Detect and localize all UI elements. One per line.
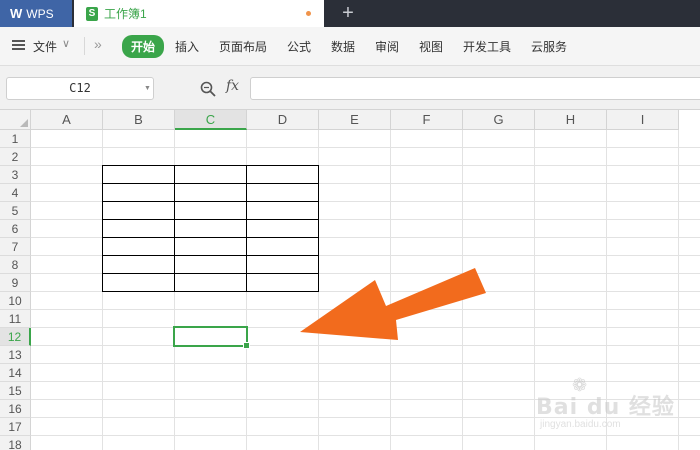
row-header-1[interactable]: 1 xyxy=(0,130,31,148)
bordered-cell[interactable] xyxy=(102,183,175,202)
column-header-b[interactable]: B xyxy=(103,110,175,130)
row-header-16[interactable]: 16 xyxy=(0,400,31,418)
bordered-cell[interactable] xyxy=(102,273,175,292)
bordered-cell[interactable] xyxy=(174,219,247,238)
formula-bar: C12 ▼ fx xyxy=(0,66,700,110)
unsaved-dot-icon xyxy=(306,11,311,16)
column-header-f[interactable]: F xyxy=(391,110,463,130)
row-header-2[interactable]: 2 xyxy=(0,148,31,166)
bordered-cell[interactable] xyxy=(174,255,247,274)
row-header-13[interactable]: 13 xyxy=(0,346,31,364)
column-header-i[interactable]: I xyxy=(607,110,679,130)
row-header-8[interactable]: 8 xyxy=(0,256,31,274)
orange-pointer-arrow-icon xyxy=(300,268,486,340)
name-box[interactable]: C12 xyxy=(6,77,154,100)
column-header-c[interactable]: C xyxy=(175,110,247,130)
column-header-a[interactable]: A xyxy=(31,110,103,130)
bordered-cell[interactable] xyxy=(246,183,319,202)
document-tab[interactable]: S 工作簿1 xyxy=(74,0,324,27)
wps-home-tab[interactable]: W WPS xyxy=(0,0,72,27)
tab-review[interactable]: 审阅 xyxy=(375,38,399,55)
baidu-jingyan-watermark: ❁ Bai du 经验 jingyan.baidu.com xyxy=(532,375,682,435)
file-menu-button[interactable]: 文件 xyxy=(33,38,57,55)
more-menus-button[interactable]: » xyxy=(94,36,102,52)
watermark-site: jingyan.baidu.com xyxy=(540,419,621,430)
bordered-cell[interactable] xyxy=(174,183,247,202)
tab-page-layout[interactable]: 页面布局 xyxy=(219,38,267,55)
document-tab-title: 工作簿1 xyxy=(104,7,147,21)
row-header-12[interactable]: 12 xyxy=(0,328,31,346)
column-header-h[interactable]: H xyxy=(535,110,607,130)
gridline-horizontal xyxy=(31,363,700,364)
bordered-cell[interactable] xyxy=(102,237,175,256)
name-box-dropdown-icon[interactable]: ▼ xyxy=(144,85,151,92)
bordered-cell[interactable] xyxy=(174,201,247,220)
tab-insert[interactable]: 插入 xyxy=(175,38,199,55)
ribbon-menu-bar: 文件 ∨ » 开始 插入 页面布局 公式 数据 审阅 视图 开发工具 云服务 xyxy=(0,27,700,66)
tab-view[interactable]: 视图 xyxy=(419,38,443,55)
bordered-cell[interactable] xyxy=(174,273,247,292)
row-header-10[interactable]: 10 xyxy=(0,292,31,310)
tab-developer-tools[interactable]: 开发工具 xyxy=(463,38,511,55)
wps-home-label: WPS xyxy=(26,6,54,21)
insert-function-icon[interactable]: fx xyxy=(226,78,239,94)
hamburger-menu-icon[interactable] xyxy=(12,40,25,50)
watermark-brand: Bai du 经验 xyxy=(536,395,675,420)
tab-formulas[interactable]: 公式 xyxy=(287,38,311,55)
bordered-cell[interactable] xyxy=(102,201,175,220)
row-header-11[interactable]: 11 xyxy=(0,310,31,328)
row-header-14[interactable]: 14 xyxy=(0,364,31,382)
spreadsheet-icon: S xyxy=(86,6,98,21)
wps-logo-icon: W xyxy=(10,6,23,21)
selected-cell[interactable] xyxy=(173,326,250,349)
row-header-9[interactable]: 9 xyxy=(0,274,31,292)
new-tab-button[interactable]: + xyxy=(338,2,358,24)
row-header-17[interactable]: 17 xyxy=(0,418,31,436)
tab-home[interactable]: 开始 xyxy=(122,35,165,58)
tab-cloud-services[interactable]: 云服务 xyxy=(531,38,567,55)
row-header-5[interactable]: 5 xyxy=(0,202,31,220)
row-header-7[interactable]: 7 xyxy=(0,238,31,256)
row-header-6[interactable]: 6 xyxy=(0,220,31,238)
chevron-down-icon[interactable]: ∨ xyxy=(62,37,70,50)
row-header-18[interactable]: 18 xyxy=(0,436,31,450)
select-all-corner[interactable] xyxy=(0,110,31,130)
bordered-cell[interactable] xyxy=(246,201,319,220)
row-header-4[interactable]: 4 xyxy=(0,184,31,202)
bordered-cell[interactable] xyxy=(102,165,175,184)
gridline-horizontal xyxy=(31,147,700,148)
bordered-cell[interactable] xyxy=(174,165,247,184)
column-header-g[interactable]: G xyxy=(463,110,535,130)
zoom-lookup-icon[interactable] xyxy=(199,80,217,98)
column-header-e[interactable]: E xyxy=(319,110,391,130)
gridline-horizontal xyxy=(31,435,700,436)
tab-data[interactable]: 数据 xyxy=(331,38,355,55)
title-bar: W WPS S 工作簿1 + xyxy=(0,0,700,27)
bordered-cell[interactable] xyxy=(246,219,319,238)
formula-input[interactable] xyxy=(250,77,700,100)
menu-divider xyxy=(84,37,85,55)
bordered-cell[interactable] xyxy=(246,165,319,184)
bordered-cell[interactable] xyxy=(102,219,175,238)
bordered-cell[interactable] xyxy=(174,237,247,256)
column-header-d[interactable]: D xyxy=(247,110,319,130)
bordered-cell[interactable] xyxy=(102,255,175,274)
row-header-15[interactable]: 15 xyxy=(0,382,31,400)
bordered-cell[interactable] xyxy=(246,237,319,256)
row-header-3[interactable]: 3 xyxy=(0,166,31,184)
